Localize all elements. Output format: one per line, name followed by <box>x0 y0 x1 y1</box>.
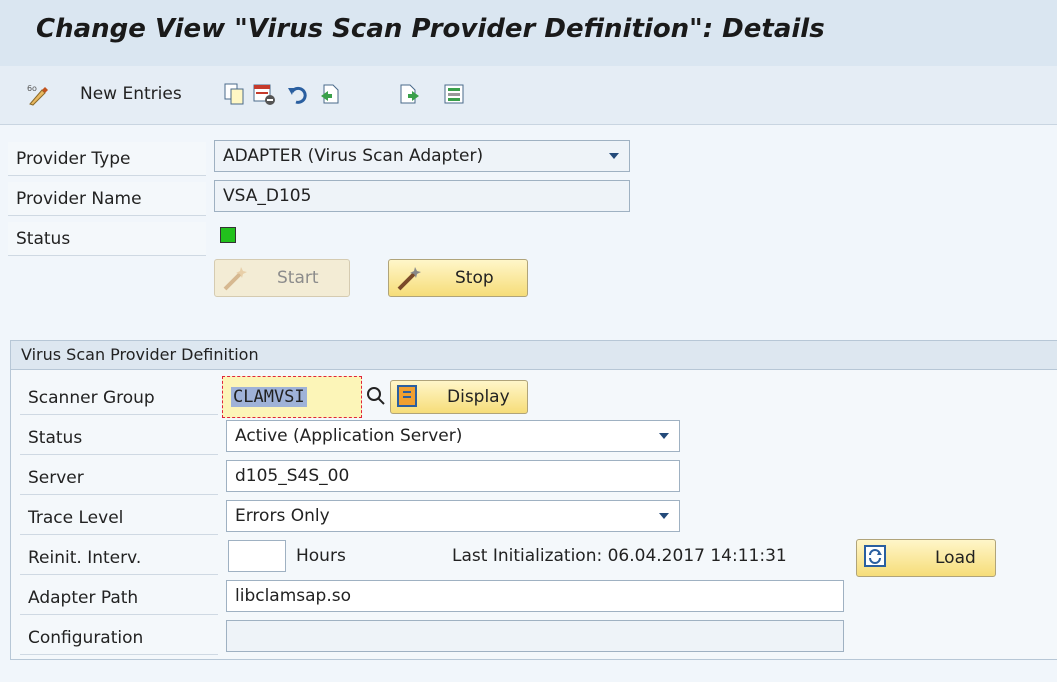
undo-icon[interactable] <box>286 82 310 106</box>
title-bar: Change View "Virus Scan Provider Definit… <box>0 0 1057 67</box>
group-header: Virus Scan Provider Definition <box>10 340 1057 370</box>
search-help-icon[interactable] <box>366 386 386 406</box>
status-indicator <box>220 227 236 243</box>
server-label: Server <box>20 461 218 495</box>
scanner-group-label: Scanner Group <box>20 381 218 415</box>
svg-text:o: o <box>32 84 37 93</box>
adapter-path-field[interactable]: libclamsap.so <box>226 580 844 612</box>
configuration-field[interactable] <box>226 620 844 652</box>
provider-name-label: Provider Name <box>8 182 206 216</box>
start-button[interactable]: Start <box>214 259 350 297</box>
wand-icon <box>223 267 247 291</box>
hours-label: Hours <box>296 546 346 566</box>
provider-type-label: Provider Type <box>8 142 206 176</box>
definition-status-dropdown[interactable]: Active (Application Server) <box>226 420 680 452</box>
server-field[interactable]: d105_S4S_00 <box>226 460 680 492</box>
display-icon <box>397 385 417 407</box>
configuration-label: Configuration <box>20 621 218 655</box>
load-button[interactable]: Load <box>856 539 996 577</box>
delete-icon[interactable] <box>252 82 276 106</box>
next-entry-icon[interactable] <box>398 82 422 106</box>
definition-status-label: Status <box>20 421 218 455</box>
trace-level-value: Errors Only <box>235 506 330 526</box>
change-display-icon[interactable]: 6 o <box>26 82 50 106</box>
last-initialization-text: Last Initialization: 06.04.2017 14:11:31 <box>452 546 787 566</box>
provider-type-value: ADAPTER (Virus Scan Adapter) <box>223 146 484 166</box>
trace-level-dropdown[interactable]: Errors Only <box>226 500 680 532</box>
stop-button[interactable]: Stop <box>388 259 528 297</box>
provider-type-dropdown[interactable]: ADAPTER (Virus Scan Adapter) <box>214 140 630 172</box>
display-button[interactable]: Display <box>390 380 528 414</box>
chevron-down-icon <box>659 513 669 519</box>
scanner-group-value: CLAMVSI <box>231 387 307 407</box>
wand-icon <box>397 267 421 291</box>
copy-icon[interactable] <box>222 82 246 106</box>
page-title: Change View "Virus Scan Provider Definit… <box>36 14 825 44</box>
provider-status-label: Status <box>8 222 206 256</box>
select-entries-icon[interactable] <box>442 82 466 106</box>
chevron-down-icon <box>609 153 619 159</box>
refresh-icon <box>864 545 886 567</box>
scanner-group-field[interactable]: CLAMVSI <box>222 376 362 418</box>
trace-level-label: Trace Level <box>20 501 218 535</box>
adapter-path-label: Adapter Path <box>20 581 218 615</box>
reinit-interval-label: Reinit. Interv. <box>20 541 218 575</box>
previous-entry-icon[interactable] <box>318 82 342 106</box>
toolbar: 6 o New Entries <box>0 66 1057 125</box>
reinit-interval-field[interactable] <box>228 540 286 572</box>
provider-name-field[interactable]: VSA_D105 <box>214 180 630 212</box>
definition-status-value: Active (Application Server) <box>235 426 463 446</box>
chevron-down-icon <box>659 433 669 439</box>
new-entries-button[interactable]: New Entries <box>80 84 182 104</box>
